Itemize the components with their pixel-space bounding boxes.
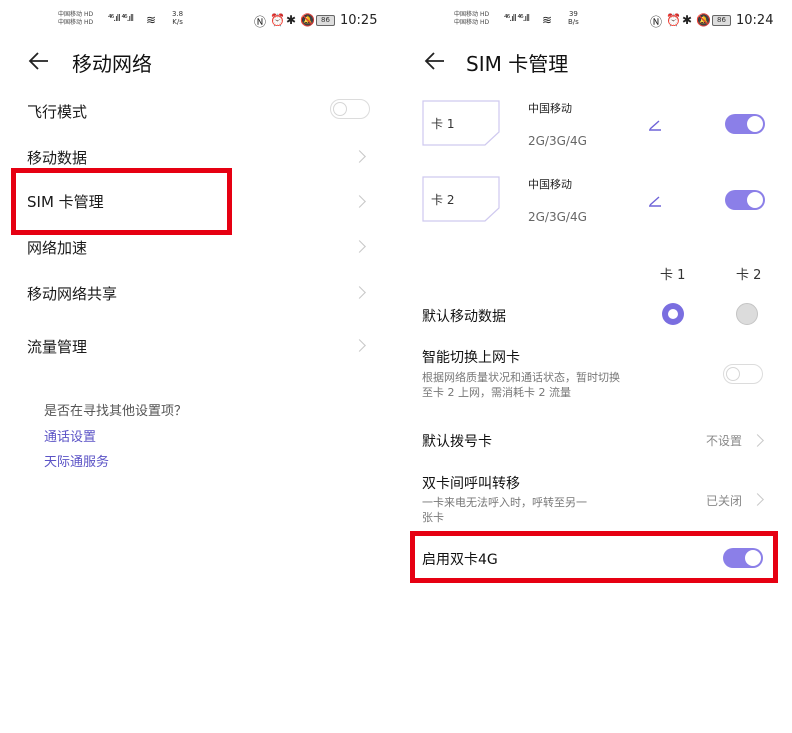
hd-badge: HD [83,11,94,18]
call-forward-desc-line-1: 一卡来电无法呼入时，呼转至另一 [422,496,587,509]
bluetooth-icon: ✱ [682,13,695,27]
sim-management-screen: 中国移动 HD 中国移动 HD ⁴⁶.ıll ⁴⁶.ıll ≋ 39 B/s Ⓝ … [396,0,792,733]
page-title: 移动网络 [72,52,152,76]
sim-2-carrier: 中国移动 [528,178,572,191]
default-data-card-1-radio[interactable] [662,303,684,325]
alarm-icon: ⏰ [270,13,287,27]
default-data-label: 默认移动数据 [422,309,506,325]
back-arrow-icon[interactable] [424,50,446,72]
default-dial-row[interactable]: 默认拨号卡 不设置 [396,426,792,454]
call-forward-row[interactable]: 双卡间呼叫转移 一卡来电无法呼入时，呼转至另一 张卡 已关闭 [396,470,792,530]
network-speed: 3.8 K/s [172,10,184,26]
signal-icon: ⁴⁶.ıll ⁴⁶.ıll [108,14,134,24]
back-arrow-icon[interactable] [28,50,50,72]
call-settings-link[interactable]: 通话设置 [44,426,96,445]
sim-1-toggle[interactable] [725,114,765,134]
page-header: 移动网络 [0,48,396,76]
chevron-right-icon [353,339,366,352]
battery-icon: 86 [316,15,335,26]
airplane-mode-toggle[interactable] [330,99,370,119]
chevron-right-icon [353,286,366,299]
chevron-right-icon [751,493,764,506]
network-boost-row[interactable]: 网络加速 [0,234,396,264]
page-header: SIM 卡管理 [396,48,792,76]
smart-switch-toggle[interactable] [723,364,763,384]
sim-1-carrier: 中国移动 [528,102,572,115]
call-forward-label: 双卡间呼叫转移 [422,476,520,492]
airplane-mode-label: 飞行模式 [27,103,88,121]
edit-icon[interactable] [648,117,662,131]
signal-icon: ⁴⁶.ıll ⁴⁶.ıll [504,14,530,24]
search-hint-text: 是否在寻找其他设置项？ [44,404,188,419]
sim-1-card[interactable]: 卡 1 [422,100,500,146]
hd-badge: HD [479,19,490,26]
default-dial-value: 不设置 [706,434,743,448]
call-forward-desc-line-2: 张卡 [422,511,444,524]
status-bar: 中国移动 HD 中国移动 HD ⁴⁶.ıll ⁴⁶.ıll ≋ 3.8 K/s Ⓝ… [0,8,396,38]
chevron-right-icon [353,240,366,253]
highlight-box [11,168,232,235]
sim-2-toggle[interactable] [725,190,765,210]
default-dial-label: 默认拨号卡 [422,434,492,450]
status-bar: 中国移动 HD 中国移动 HD ⁴⁶.ıll ⁴⁶.ıll ≋ 39 B/s Ⓝ … [396,8,792,38]
chevron-right-icon [353,195,366,208]
nfc-icon: Ⓝ [254,15,269,29]
wifi-icon: ≋ [146,13,159,27]
mobile-network-screen: 中国移动 HD 中国移动 HD ⁴⁶.ıll ⁴⁶.ıll ≋ 3.8 K/s Ⓝ… [0,0,396,733]
chevron-right-icon [751,434,764,447]
hd-badge: HD [83,19,94,26]
carrier-info: 中国移动 HD 中国移动 HD [58,11,93,27]
mute-icon: 🔕 [696,13,713,27]
smart-switch-label: 智能切换上网卡 [422,350,520,366]
hotspot-row[interactable]: 移动网络共享 [0,280,396,310]
carrier-1-label: 中国移动 [58,11,83,18]
wifi-icon: ≋ [542,13,555,27]
sim-2-label: 卡 2 [431,193,455,207]
alarm-icon: ⏰ [666,13,683,27]
smart-switch-desc-line-1: 根据网络质量状况和通话状态，暂时切换 [422,371,620,384]
hd-badge: HD [479,11,490,18]
sim-2-network-type: 2G/3G/4G [528,210,587,224]
carrier-1-label: 中国移动 [454,11,479,18]
skytone-service-link[interactable]: 天际通服务 [44,451,109,470]
mobile-data-label: 移动数据 [27,149,88,167]
column-card-2: 卡 2 [736,268,762,283]
battery-icon: 86 [712,15,731,26]
bluetooth-icon: ✱ [286,13,299,27]
data-usage-row[interactable]: 流量管理 [0,334,396,364]
smart-switch-desc-line-2: 至卡 2 上网，需消耗卡 2 流量 [422,386,571,399]
carrier-info: 中国移动 HD 中国移动 HD [454,11,489,27]
data-usage-label: 流量管理 [27,338,88,356]
mute-icon: 🔕 [300,13,317,27]
default-data-card-2-radio[interactable] [736,303,758,325]
clock: 10:24 [736,13,774,28]
carrier-2-label: 中国移动 [454,19,479,26]
chevron-right-icon [353,150,366,163]
call-forward-value: 已关闭 [706,494,743,508]
edit-icon[interactable] [648,193,662,207]
sim-2-card[interactable]: 卡 2 [422,176,500,222]
column-card-1: 卡 1 [660,268,686,283]
airplane-mode-row[interactable]: 飞行模式 [0,96,396,126]
carrier-2-label: 中国移动 [58,19,83,26]
network-boost-label: 网络加速 [27,239,88,257]
page-title: SIM 卡管理 [466,52,569,76]
sim-1-network-type: 2G/3G/4G [528,134,587,148]
clock: 10:25 [340,13,378,28]
sim-1-label: 卡 1 [431,117,455,131]
nfc-icon: Ⓝ [650,15,665,29]
network-speed: 39 B/s [568,10,579,26]
highlight-box [410,531,778,583]
hotspot-label: 移动网络共享 [27,285,118,303]
